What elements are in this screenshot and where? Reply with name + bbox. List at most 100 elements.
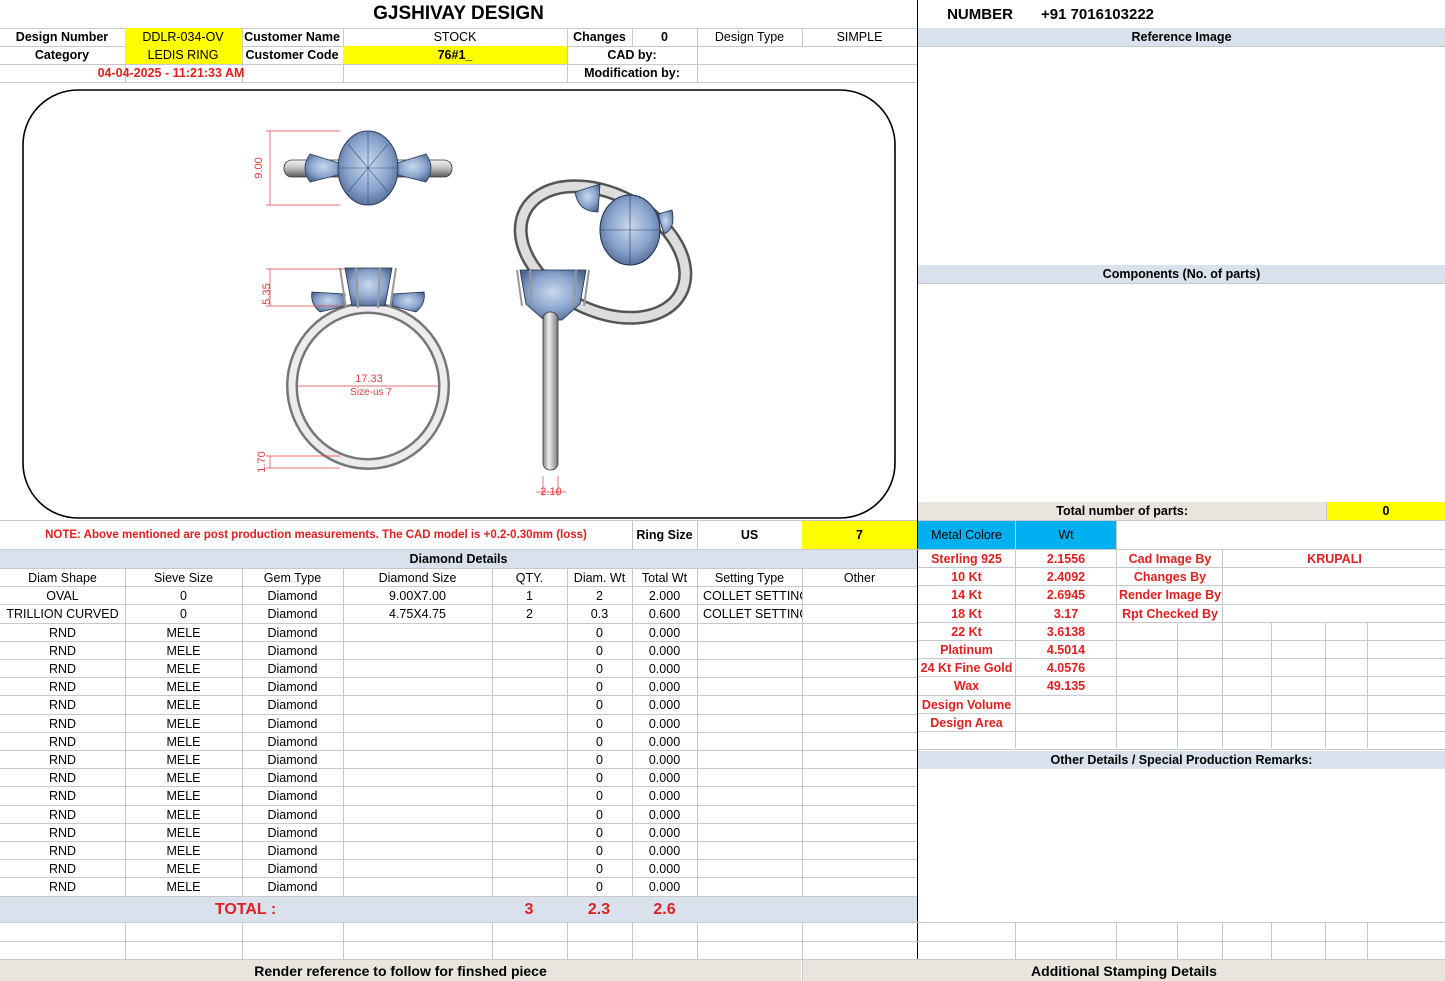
diamond-cell: MELE	[166, 662, 201, 677]
diamond-cell: MELE	[166, 643, 201, 658]
diamond-cell: 0.000	[648, 662, 681, 677]
diamond-cell	[697, 824, 802, 842]
grid-line	[632, 922, 633, 959]
diamond-cell: 0	[596, 698, 603, 713]
design-number-label: Design Number	[15, 30, 109, 44]
diamond-cell	[492, 624, 567, 642]
diamond-cell: 0	[596, 625, 603, 640]
diamond-cell: 0.000	[648, 825, 681, 840]
diamond-cell: 1	[526, 589, 533, 604]
diamond-cell	[343, 733, 492, 751]
diamond-cell: 0.000	[648, 680, 681, 695]
diamond-cell: 0	[596, 825, 603, 840]
drawing-frame	[22, 89, 896, 519]
ring-size-label: Ring Size	[636, 528, 693, 542]
metal-weight: 2.4092	[1046, 570, 1086, 585]
metal-name: Design Area	[930, 715, 1003, 730]
diamond-cell	[492, 642, 567, 660]
diamond-cell	[343, 624, 492, 642]
customer-name-value: STOCK	[433, 30, 477, 44]
metal-weight: 3.6138	[1046, 624, 1086, 639]
diamond-cell: 0	[596, 807, 603, 822]
metal-name: Platinum	[940, 643, 993, 658]
grid-line	[1177, 622, 1178, 748]
diamond-cell	[697, 696, 802, 714]
diamond-cell: Diamond	[267, 807, 318, 822]
grid-line	[917, 0, 918, 981]
total-diam-wt: 2.3	[587, 900, 611, 918]
diamond-cell: 0.000	[648, 698, 681, 713]
grid-line	[567, 922, 568, 959]
diamond-cell	[492, 733, 567, 751]
diamond-cell: 0	[596, 680, 603, 695]
diamond-cell	[802, 751, 917, 769]
diamond-cell	[697, 624, 802, 642]
grid-line	[1367, 922, 1368, 959]
total-label: TOTAL :	[214, 900, 277, 918]
diamond-cell: 0	[596, 862, 603, 877]
dim-width-label: 2.10	[540, 486, 561, 498]
diamond-cell	[343, 824, 492, 842]
diamond-cell: 0.000	[648, 716, 681, 731]
dim-band-label: 1.70	[256, 451, 268, 472]
diamond-cell	[697, 806, 802, 824]
diamond-cell: MELE	[166, 698, 201, 713]
dim-height-label: 9.00	[253, 157, 265, 178]
diamond-cell: TRILLION CURVED	[6, 607, 119, 622]
diamond-cell: Diamond	[267, 607, 318, 622]
diamond-cell: Diamond	[267, 862, 318, 877]
diamond-cell: COLLET SETTING	[703, 589, 802, 604]
diamond-cell: 0	[596, 880, 603, 895]
total-qty: 3	[524, 900, 534, 918]
grid-line	[242, 922, 243, 959]
diamond-cell: Diamond	[267, 771, 318, 786]
diamond-cell	[802, 605, 917, 623]
diamond-cell	[343, 642, 492, 660]
diamond-cell	[697, 751, 802, 769]
diamond-cell	[343, 678, 492, 696]
diamond-cell: 0.000	[648, 753, 681, 768]
modification-label: Modification by:	[584, 66, 680, 80]
diamond-cell	[343, 878, 492, 896]
customer-code-value: 76#1_	[343, 46, 567, 64]
grid-line	[1015, 922, 1016, 959]
diamond-cell	[343, 660, 492, 678]
diamond-cell	[343, 769, 492, 787]
diamond-cell	[802, 715, 917, 733]
diamond-cell	[492, 678, 567, 696]
ring-front-view	[266, 267, 450, 470]
diamond-cell: Diamond	[267, 680, 318, 695]
diamond-cell: 0	[596, 643, 603, 658]
grid-line	[1116, 922, 1117, 959]
diamond-cell: Diamond	[267, 625, 318, 640]
diamond-cell: Diamond	[267, 716, 318, 731]
diamond-cell: Diamond	[267, 844, 318, 859]
diamond-cell	[697, 769, 802, 787]
dim-inner-label: 17.33	[355, 373, 383, 385]
diamond-col-header: Sieve Size	[153, 571, 214, 586]
diamond-cell: RND	[48, 662, 77, 677]
grid-line	[0, 922, 1445, 923]
changes-label: Changes	[573, 30, 626, 44]
grid-line	[697, 46, 698, 82]
grid-line	[1271, 922, 1272, 959]
diamond-cell: MELE	[166, 825, 201, 840]
category-label: Category	[34, 48, 90, 62]
diamond-cell	[492, 806, 567, 824]
diamond-cell: MELE	[166, 789, 201, 804]
metal-weight: 4.0576	[1046, 661, 1086, 676]
design-number-value: DDLR-034-OV	[125, 28, 241, 46]
grid-line	[1222, 922, 1223, 959]
diamond-cell	[492, 769, 567, 787]
diamond-cell	[802, 660, 917, 678]
diamond-cell: RND	[48, 716, 77, 731]
diamond-cell: MELE	[166, 880, 201, 895]
diamond-cell: RND	[48, 680, 77, 695]
diamond-cell	[802, 842, 917, 860]
grid-line	[343, 922, 344, 959]
cad-drawing: 9.00 5.35 17.33 Size-us 7 1.70 2.10	[22, 89, 896, 519]
role-value	[1224, 605, 1445, 623]
diamond-cell: 0.000	[648, 643, 681, 658]
diamond-cell	[697, 787, 802, 805]
total-parts-label: Total number of parts:	[918, 502, 1326, 520]
